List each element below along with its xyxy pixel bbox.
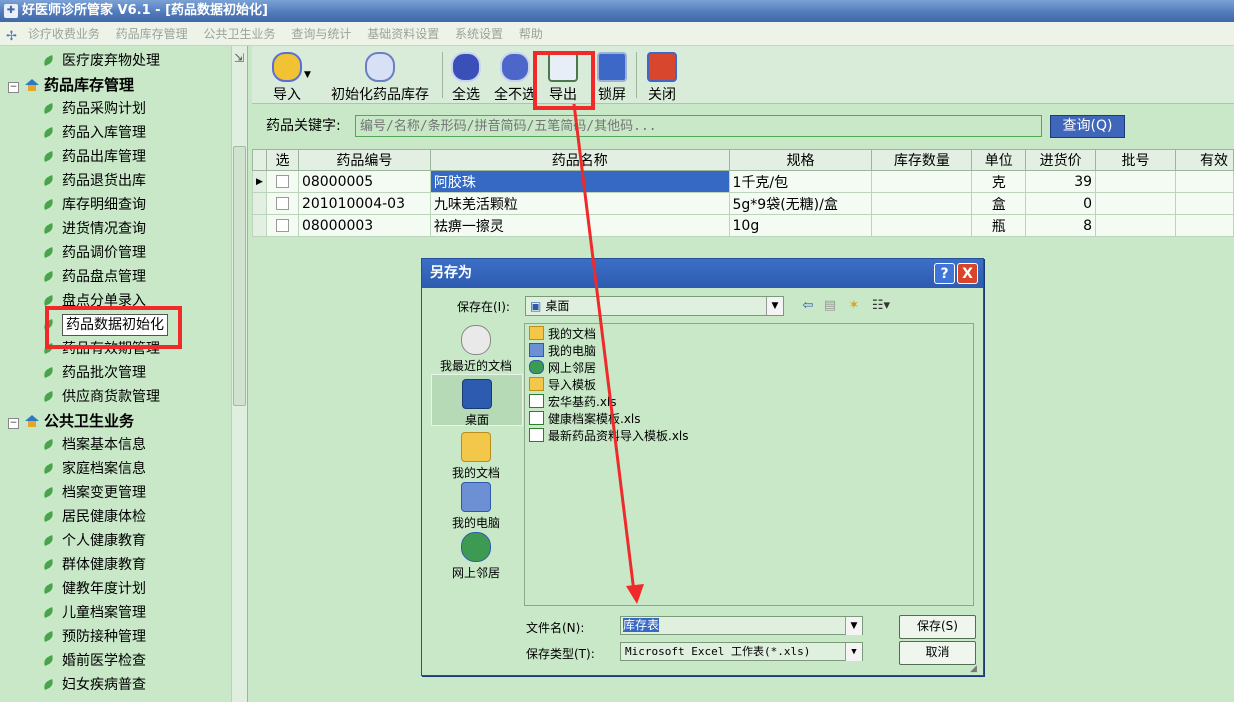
annotation-arrow	[572, 103, 644, 604]
